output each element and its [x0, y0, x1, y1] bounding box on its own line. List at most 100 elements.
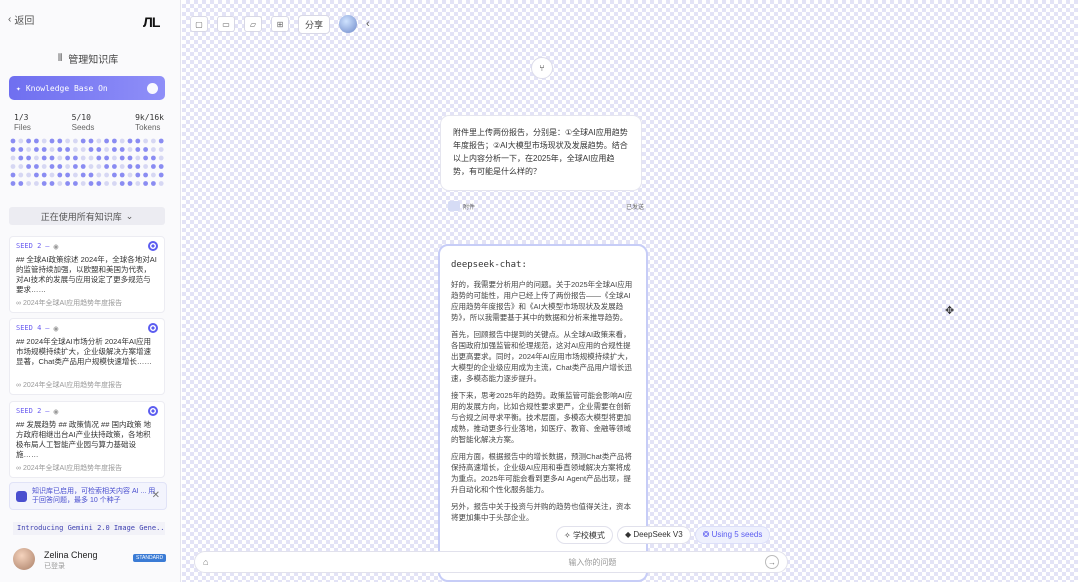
token-dot [49, 155, 55, 161]
announcement-banner[interactable]: Introducing Gemini 2.0 Image Gene... [13, 522, 165, 535]
answer-paragraph: 应用方面，根据报告中的增长数据，预测Chat类产品将保持高速增长，企业级AI应用… [451, 452, 632, 494]
token-dot [96, 138, 102, 144]
token-usage-grid [10, 137, 166, 189]
token-dot [57, 138, 63, 144]
token-dot [135, 155, 141, 161]
token-dot [65, 164, 70, 169]
dash: — [45, 242, 50, 250]
token-dot [88, 138, 94, 144]
message-icon[interactable]: ▱ [244, 16, 262, 32]
comment-icon[interactable]: ▭ [217, 16, 235, 32]
token-dot [119, 164, 125, 169]
chat-input[interactable]: ⌂ 输入你的问题 → [194, 551, 788, 573]
token-dot [151, 164, 156, 169]
token-dot [57, 164, 63, 169]
token-dot [88, 181, 94, 186]
seed-card-header: SEED 4 — ◉ [16, 323, 158, 333]
token-dot [10, 155, 16, 161]
notice-text: 知识库已启用，可检索相关内容 AI ... 用于回答问题，最多 10 个种子 [32, 488, 156, 504]
token-dot [26, 164, 31, 169]
attachment-icon[interactable] [448, 201, 460, 211]
token-dot [112, 181, 117, 186]
token-dot [41, 138, 47, 144]
seed-radio[interactable] [148, 323, 158, 333]
token-dot [49, 147, 55, 152]
kb-scope-dropdown[interactable]: 正在使用所有知识库 ⌄ [9, 207, 165, 225]
collaborator-avatar[interactable] [339, 15, 358, 33]
eye-icon[interactable]: ◉ [54, 407, 59, 416]
link-icon: ∞ [16, 300, 23, 307]
token-dot [96, 147, 102, 152]
knowledge-base-label: Knowledge Base On [25, 83, 108, 93]
token-dot [41, 147, 47, 152]
token-dot [34, 138, 39, 144]
token-dot [127, 181, 133, 186]
kb-scope-label: 正在使用所有知识库 [40, 211, 122, 222]
seed-card-header: SEED 2 — ◉ [16, 241, 158, 251]
token-dot [112, 155, 117, 161]
seed-source-text: 2024年全球AI应用趋势年度报告 [22, 382, 123, 389]
knowledge-base-toggle[interactable]: ✦ Knowledge Base On [9, 76, 165, 100]
token-dot [158, 147, 164, 152]
stat-files-value: 1/3 [14, 113, 29, 122]
answer-paragraph: 另外，报告中关于投资与并购的趋势也值得关注，资本将更加集中于头部企业。 [451, 502, 631, 522]
branch-icon[interactable]: ⑂ [531, 57, 553, 79]
answer-model-title: deepseek-chat: [451, 260, 527, 270]
user-profile[interactable]: Zelina Cheng 已登录 STANDARD [13, 548, 169, 572]
token-usage-dots [10, 138, 164, 186]
token-dot [49, 164, 55, 169]
token-dot [143, 138, 149, 144]
token-dot [158, 164, 164, 169]
token-dot [135, 164, 141, 169]
cursor-icon: ✥ [945, 305, 955, 317]
token-dot [34, 181, 39, 186]
token-dot [127, 155, 133, 161]
question-node[interactable]: 附件里上传两份报告，分别是：①全球AI应用趋势年度报告；②AI大模型市场现状及发… [440, 115, 642, 191]
back-button[interactable]: ‹ 返回 [8, 12, 34, 27]
token-dot [143, 172, 149, 178]
canvas[interactable]: ▢ ▭ ▱ ⊞ 分享 ‹ ⑂ 附件里上传两份报告，分别是：①全球AI应用趋势年度… [182, 0, 1078, 582]
share-button[interactable]: 分享 [298, 14, 331, 34]
token-dot [158, 155, 164, 161]
answer-paragraph: 首先，回顾报告中提到的关键点。从全球AI政策来看，各国政府加强监管和伦理规范，这… [451, 330, 633, 383]
token-dot [80, 172, 86, 178]
mode-chip[interactable]: ✧ 学校模式 [556, 526, 613, 544]
token-dot [104, 138, 109, 144]
token-dot [65, 181, 70, 186]
sparkle-icon: ✦ [16, 83, 21, 93]
seed-radio[interactable] [148, 241, 158, 251]
seed-card[interactable]: SEED 4 — ◉ ## 2024年全球AI市场分析 2024年AI应用市场规… [9, 318, 165, 395]
eye-icon[interactable]: ◉ [54, 324, 59, 333]
seed-source: ∞ 2024年全球AI应用趋势年度报告 [16, 463, 158, 473]
layout-icon[interactable]: ▢ [190, 16, 208, 32]
token-dot [151, 138, 156, 144]
token-dot [34, 164, 39, 169]
seed-radio[interactable] [148, 406, 158, 416]
paperclip-icon[interactable]: ⌂ [203, 557, 208, 567]
dash: — [45, 407, 50, 415]
eye-icon[interactable]: ◉ [54, 242, 59, 251]
seeds-chip[interactable]: ❂ Using 5 seeds [694, 526, 771, 544]
token-dot [49, 172, 55, 178]
send-icon[interactable]: → [765, 555, 779, 569]
seed-card[interactable]: SEED 2 — ◉ ## 发展趋势 ## 政策情况 ## 国内政策 地方政府相… [9, 401, 165, 478]
stat-tokens-label: Tokens [135, 123, 161, 132]
model-chip[interactable]: ◆ DeepSeek V3 [616, 526, 691, 544]
close-icon[interactable]: ✕ [152, 491, 160, 501]
stat-tokens: 9k/16k Tokens [135, 113, 164, 132]
seed-card[interactable]: SEED 2 — ◉ ## 全球AI政策综述 2024年，全球各地对AI的监管持… [9, 236, 165, 313]
dash: — [45, 324, 50, 332]
tree-icon[interactable]: ⊞ [271, 16, 289, 32]
answer-paragraph: 好的，我需要分析用户的问题。关于2025年全球AI应用趋势的可能性，用户已经上传… [451, 280, 633, 322]
token-dot [73, 164, 78, 169]
toggle-knob [147, 82, 158, 94]
chevron-left-icon[interactable]: ‹ [366, 18, 370, 30]
library-icon: ⫴ [58, 53, 63, 64]
token-dot [18, 181, 24, 186]
token-dot [158, 172, 164, 178]
token-dot [119, 181, 125, 186]
manage-kb-button[interactable]: ⫴ 管理知识库 [58, 51, 118, 66]
question-text: 附件里上传两份报告，分别是：①全球AI应用趋势年度报告；②AI大模型市场现状及发… [453, 128, 628, 176]
token-dot [88, 147, 94, 152]
manage-kb-label: 管理知识库 [68, 55, 119, 66]
